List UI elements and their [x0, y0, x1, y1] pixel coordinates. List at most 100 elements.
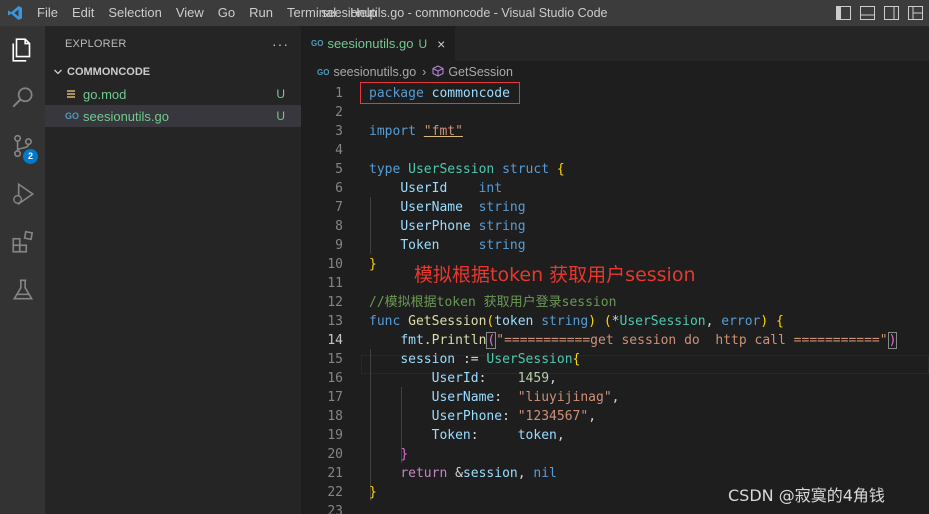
breadcrumb-separator: ›: [422, 65, 427, 79]
line-code: //模拟根据token 获取用户登录session: [369, 295, 617, 310]
line-code: }: [369, 257, 377, 272]
line-number: 22: [327, 485, 343, 500]
line-code: return &session, nil: [400, 466, 557, 481]
line-code: UserPhone: "1234567",: [431, 409, 597, 424]
customize-layout-icon[interactable]: [907, 5, 923, 21]
annotation-text: 模拟根据token 获取用户session: [414, 264, 696, 286]
testing-icon[interactable]: [0, 266, 45, 314]
file-go-mod[interactable]: go.mod U: [45, 83, 301, 105]
line-number: 4: [335, 143, 343, 158]
source-control-icon[interactable]: 2: [0, 122, 45, 170]
line-number: 15: [327, 352, 343, 367]
extensions-icon[interactable]: [0, 218, 45, 266]
explorer-sidebar: EXPLORER ··· COMMONCODE go.mod U GO sees…: [45, 26, 301, 514]
line-number: 18: [327, 409, 343, 424]
line-number: 23: [327, 504, 343, 514]
activity-bar: 2: [0, 26, 45, 514]
code-line: 6 UserId int: [301, 179, 929, 198]
line-number: 8: [335, 219, 343, 234]
line-code: UserPhone string: [400, 219, 526, 234]
tab-seesionutils-go[interactable]: GO seesionutils.go U ×: [301, 26, 456, 61]
line-number: 1: [335, 86, 343, 101]
line-number: 21: [327, 466, 343, 481]
code-line: 15 session := UserSession{: [301, 350, 929, 369]
code-editor[interactable]: 1 package commoncode 2 3 import "fmt" 4 5 type …: [301, 83, 929, 514]
menu-file[interactable]: File: [30, 0, 65, 26]
code-line: 20 }: [301, 445, 929, 464]
code-line: 13 func GetSession(token string) (*UserSe…: [301, 312, 929, 331]
go-file-icon: GO: [311, 39, 324, 48]
breadcrumb-file[interactable]: seesionutils.go: [333, 65, 416, 79]
code-line: 21 return &session, nil: [301, 464, 929, 483]
function-symbol-icon: [432, 64, 444, 80]
go-file-icon: GO: [65, 111, 80, 121]
menu-run[interactable]: Run: [242, 0, 280, 26]
line-code: import "fmt": [369, 124, 463, 139]
folder-commoncode[interactable]: COMMONCODE: [45, 61, 301, 83]
line-number: 2: [335, 105, 343, 120]
menu-go[interactable]: Go: [211, 0, 242, 26]
line-code: }: [369, 485, 377, 500]
watermark: CSDN @寂寞的4角钱: [728, 486, 885, 505]
menu-help[interactable]: Help: [343, 0, 384, 26]
line-code: UserName: "liuyijinag",: [431, 390, 620, 405]
package-highlight-box: [360, 82, 520, 104]
menu-view[interactable]: View: [169, 0, 211, 26]
line-number: 14: [327, 333, 343, 348]
line-number: 5: [335, 162, 343, 177]
code-line: 12 //模拟根据token 获取用户登录session: [301, 293, 929, 312]
tab-git-status: U: [418, 36, 428, 51]
tab-label: seesionutils.go: [327, 36, 414, 51]
code-line: 9 Token string: [301, 236, 929, 255]
run-debug-icon[interactable]: [0, 170, 45, 218]
file-name: go.mod: [83, 86, 127, 102]
git-status-untracked: U: [276, 87, 285, 101]
vscode-logo-icon: [0, 0, 30, 26]
breadcrumb: GO seesionutils.go › GetSession: [301, 61, 929, 83]
menu-selection[interactable]: Selection: [101, 0, 168, 26]
code-line: 3 import "fmt": [301, 122, 929, 141]
line-number: 13: [327, 314, 343, 329]
code-line: 14 fmt.Println("===========get session d…: [301, 331, 929, 350]
file-seesionutils-go[interactable]: GO seesionutils.go U: [45, 105, 301, 127]
code-line: 17 UserName: "liuyijinag",: [301, 388, 929, 407]
folder-label: COMMONCODE: [67, 66, 151, 78]
code-line: 2: [301, 103, 929, 122]
line-code: Token: token,: [431, 428, 565, 443]
menu-edit[interactable]: Edit: [65, 0, 101, 26]
code-line: 19 Token: token,: [301, 426, 929, 445]
line-code: UserId: 1459,: [431, 371, 557, 386]
git-status-untracked: U: [276, 109, 285, 123]
more-actions-icon[interactable]: ···: [272, 36, 289, 52]
code-line: 16 UserId: 1459,: [301, 369, 929, 388]
menu-bar: File Edit Selection View Go Run Terminal…: [30, 0, 384, 26]
explorer-header: EXPLORER ···: [45, 26, 301, 61]
tabs-bar: GO seesionutils.go U ×: [301, 26, 929, 61]
source-control-badge: 2: [23, 149, 38, 164]
explorer-icon[interactable]: [0, 26, 45, 74]
line-code: func GetSession(token string) (*UserSess…: [369, 314, 784, 329]
line-number: 16: [327, 371, 343, 386]
line-number: 19: [327, 428, 343, 443]
menu-terminal[interactable]: Terminal: [280, 0, 343, 26]
line-number: 11: [327, 276, 343, 291]
toggle-secondary-sidebar-icon[interactable]: [883, 5, 899, 21]
search-icon[interactable]: [0, 74, 45, 122]
line-number: 17: [327, 390, 343, 405]
go-file-icon: GO: [317, 67, 330, 77]
code-line: 18 UserPhone: "1234567",: [301, 407, 929, 426]
line-code: session := UserSession{: [400, 352, 581, 367]
line-code: UserId int: [400, 181, 503, 196]
chevron-down-icon: [51, 65, 65, 79]
line-number: 6: [335, 181, 343, 196]
line-code: fmt.Println("===========get session do h…: [400, 332, 898, 349]
breadcrumb-symbol[interactable]: GetSession: [448, 65, 513, 79]
line-number: 9: [335, 238, 343, 253]
toggle-sidebar-icon[interactable]: [835, 5, 851, 21]
close-icon[interactable]: ×: [437, 36, 445, 52]
file-name: seesionutils.go: [83, 108, 169, 124]
layout-controls: [835, 0, 929, 26]
title-bar: File Edit Selection View Go Run Terminal…: [0, 0, 929, 26]
toggle-panel-icon[interactable]: [859, 5, 875, 21]
code-line: 5 type UserSession struct {: [301, 160, 929, 179]
